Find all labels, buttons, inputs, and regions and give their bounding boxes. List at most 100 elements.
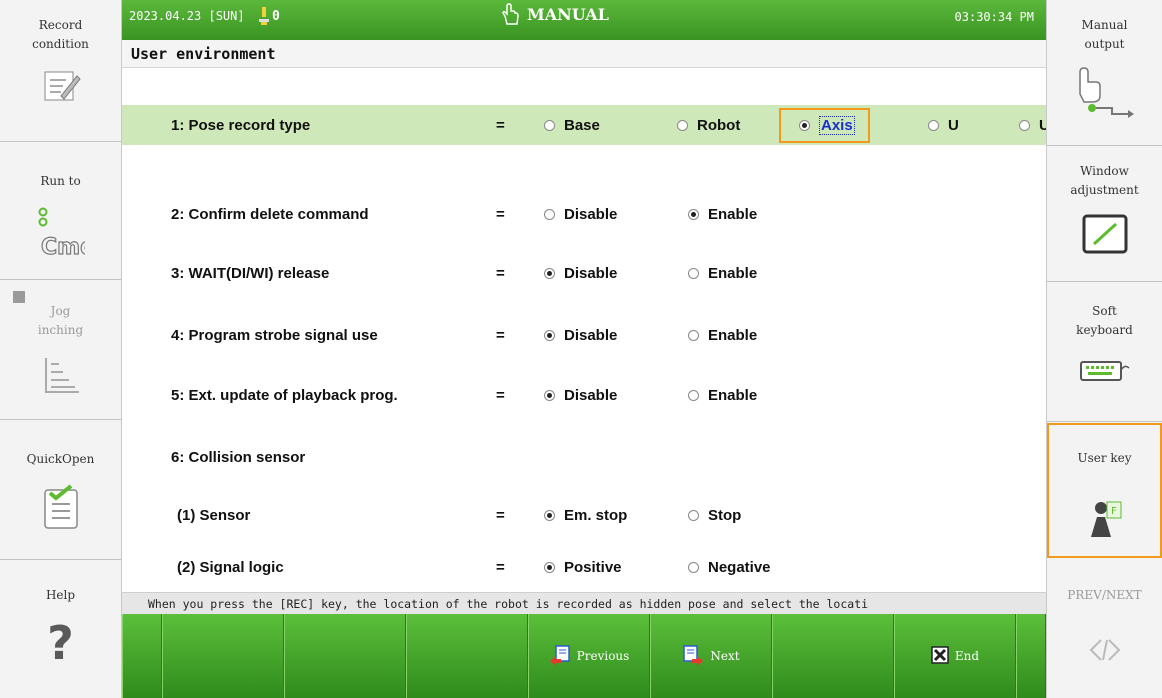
fkey-blank-1[interactable] <box>122 614 162 698</box>
option-stop[interactable]: Stop <box>688 503 741 527</box>
option-axis[interactable]: Axis <box>779 108 870 143</box>
setting-row-sensor: (1) Sensor = Em. stop Stop <box>122 495 1046 535</box>
record-condition-button[interactable]: Record condition <box>0 0 121 142</box>
option-label: Disable <box>564 386 618 404</box>
fkey-next[interactable]: Next <box>650 614 772 698</box>
record-condition-icon <box>41 68 81 110</box>
fkey-previous[interactable]: Previous <box>528 614 650 698</box>
next-label: Next <box>710 649 740 663</box>
option-u-2[interactable]: U <box>1019 113 1046 137</box>
settings-panel: 1: Pose record type = Base Robot Axis U … <box>122 69 1046 592</box>
window-adjustment-label: Window adjustment <box>1070 164 1139 197</box>
radio-selected-icon <box>544 561 555 573</box>
option-label: U <box>948 116 959 134</box>
quick-open-button[interactable]: QuickOpen <box>0 420 121 560</box>
left-side-panel: Record condition Run to Cmd Jog inching … <box>0 0 122 698</box>
option-u[interactable]: U <box>928 113 959 137</box>
setting-label: 1: Pose record type <box>171 117 311 134</box>
user-key-label: User key <box>1077 451 1132 465</box>
status-time: 03:30:34 PM <box>954 10 1034 24</box>
option-disable[interactable]: Disable <box>544 202 617 226</box>
user-key-button[interactable]: User key F <box>1047 423 1162 558</box>
radio-icon <box>544 119 555 131</box>
setting-label: (2) Signal logic <box>177 559 284 576</box>
manual-output-icon <box>1072 64 1138 126</box>
manual-output-button[interactable]: Manual output <box>1047 0 1162 146</box>
option-label: Enable <box>708 205 758 223</box>
radio-selected-icon <box>544 329 555 341</box>
indicator-square <box>13 291 25 303</box>
record-condition-label: Record condition <box>32 18 89 51</box>
option-base[interactable]: Base <box>544 113 600 137</box>
fkey-blank-6[interactable] <box>1016 614 1046 698</box>
robot-status-icon <box>259 7 269 25</box>
status-count: 0 <box>272 9 280 24</box>
setting-label: 4: Program strobe signal use <box>171 327 378 344</box>
equals-sign: = <box>496 387 505 404</box>
prev-next-button[interactable]: PREV/NEXT <box>1047 558 1162 698</box>
radio-selected-icon <box>688 208 699 220</box>
page-title: User environment <box>131 45 276 63</box>
status-date: 2023.04.23 [SUN] <box>129 9 245 23</box>
option-robot[interactable]: Robot <box>677 113 740 137</box>
fkey-end[interactable]: End <box>894 614 1016 698</box>
option-positive[interactable]: Positive <box>544 555 622 579</box>
fkey-blank-2[interactable] <box>162 614 284 698</box>
option-label: Positive <box>564 558 622 576</box>
radio-icon <box>1019 119 1030 131</box>
svg-text:F: F <box>1111 506 1117 517</box>
option-disable[interactable]: Disable <box>544 261 617 285</box>
setting-row-pose-record-type: 1: Pose record type = Base Robot Axis U … <box>122 105 1046 145</box>
jog-inching-icon <box>41 356 81 402</box>
jog-inching-button[interactable]: Jog inching <box>0 280 121 420</box>
option-label: Axis <box>819 116 855 135</box>
radio-selected-icon <box>544 509 555 521</box>
option-em-stop[interactable]: Em. stop <box>544 503 627 527</box>
option-label: U <box>1039 116 1046 134</box>
setting-row-signal-logic: (2) Signal logic = Positive Negative <box>122 547 1046 587</box>
cmd-icon: Cmd <box>37 206 96 264</box>
hint-bar: When you press the [REC] key, the locati… <box>122 592 1046 614</box>
end-icon <box>931 645 949 667</box>
hand-icon <box>500 2 520 31</box>
function-key-bar: Previous Next End <box>122 614 1046 698</box>
help-icon: ? <box>47 616 74 670</box>
next-icon <box>682 644 704 669</box>
setting-label: (1) Sensor <box>177 507 251 524</box>
run-to-button[interactable]: Run to Cmd <box>0 142 121 280</box>
equals-sign: = <box>496 265 505 282</box>
user-key-icon: F <box>1085 499 1125 545</box>
option-negative[interactable]: Negative <box>688 555 771 579</box>
end-label: End <box>954 649 980 663</box>
help-button[interactable]: Help ? <box>0 560 121 698</box>
option-label: Disable <box>564 264 618 282</box>
option-enable[interactable]: Enable <box>688 383 757 407</box>
equals-sign: = <box>496 327 505 344</box>
window-adjustment-button[interactable]: Window adjustment <box>1047 146 1162 282</box>
soft-keyboard-icon <box>1079 358 1131 390</box>
help-label: Help <box>45 588 76 602</box>
radio-selected-icon <box>544 267 555 279</box>
fkey-blank-4[interactable] <box>406 614 528 698</box>
option-disable[interactable]: Disable <box>544 383 617 407</box>
radio-icon <box>688 389 699 401</box>
option-label: Stop <box>708 506 742 524</box>
radio-selected-icon <box>799 120 810 131</box>
option-disable[interactable]: Disable <box>544 323 617 347</box>
option-label: Robot <box>697 116 741 134</box>
right-side-panel: Manual output Window adjustment Soft key… <box>1046 0 1162 698</box>
option-enable[interactable]: Enable <box>688 261 757 285</box>
option-label: Enable <box>708 326 758 344</box>
option-enable[interactable]: Enable <box>688 202 757 226</box>
soft-keyboard-button[interactable]: Soft keyboard <box>1047 282 1162 422</box>
setting-row-program-strobe: 4: Program strobe signal use = Disable E… <box>122 315 1046 355</box>
setting-row-wait-release: 3: WAIT(DI/WI) release = Disable Enable <box>122 253 1046 293</box>
option-label: Em. stop <box>564 506 628 524</box>
window-adjustment-icon <box>1082 214 1128 260</box>
option-enable[interactable]: Enable <box>688 323 757 347</box>
previous-label: Previous <box>576 649 630 663</box>
fkey-blank-3[interactable] <box>284 614 406 698</box>
jog-inching-label: Jog inching <box>37 304 84 337</box>
equals-sign: = <box>496 559 505 576</box>
fkey-blank-5[interactable] <box>772 614 894 698</box>
